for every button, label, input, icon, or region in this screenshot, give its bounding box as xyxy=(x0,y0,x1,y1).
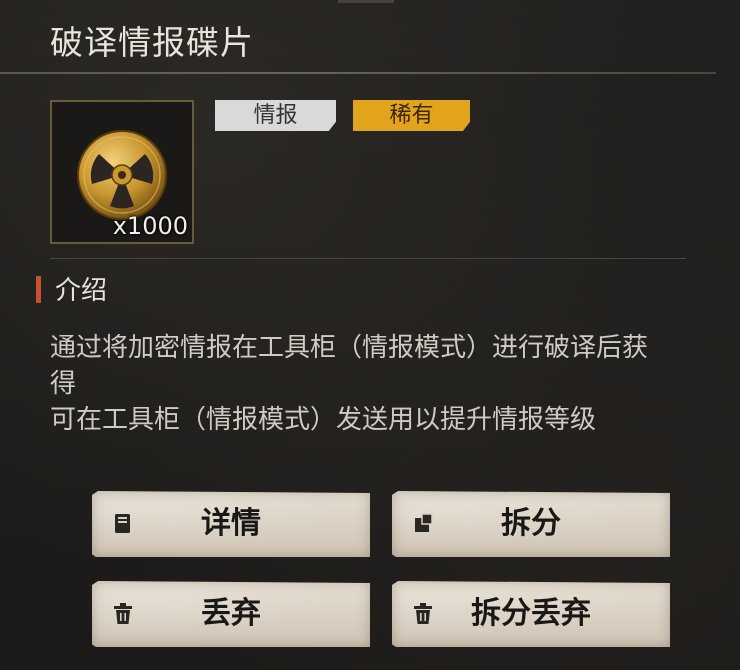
tag-rarity: 稀有 xyxy=(353,100,470,131)
section-divider xyxy=(50,258,686,259)
split-discard-button[interactable]: 拆分丢弃 xyxy=(392,581,670,647)
section-accent-bar xyxy=(36,276,41,303)
split-button-label: 拆分 xyxy=(501,506,561,541)
tag-type: 情报 xyxy=(215,100,336,131)
discard-button-label: 丢弃 xyxy=(201,596,261,631)
description-line: 可在工具柜（情报模式）发送用以提升情报等级 xyxy=(50,405,597,435)
details-button-label: 详情 xyxy=(201,506,261,541)
split-button[interactable]: 拆分 xyxy=(392,491,670,557)
details-button[interactable]: 详情 xyxy=(92,491,370,557)
item-description: 通过将加密情报在工具柜（情报模式）进行破译后获得 可在工具柜（情报模式）发送用以… xyxy=(50,330,670,438)
item-icon-slot: x1000 xyxy=(50,100,194,244)
discard-button[interactable]: 丢弃 xyxy=(92,581,370,647)
description-line: 通过将加密情报在工具柜（情报模式）进行破译后获得 xyxy=(50,333,649,399)
title-divider xyxy=(0,72,716,74)
section-title: 介绍 xyxy=(55,276,108,306)
split-discard-button-label: 拆分丢弃 xyxy=(471,596,591,631)
panel-top-notch xyxy=(338,0,394,3)
item-title: 破译情报碟片 xyxy=(50,23,254,62)
item-count: x1000 xyxy=(112,212,188,240)
item-detail-panel: 破译情报碟片 x1000 情报 稀有 介绍 通过将加密情报在工具柜（情报模式）进 xyxy=(0,0,740,670)
